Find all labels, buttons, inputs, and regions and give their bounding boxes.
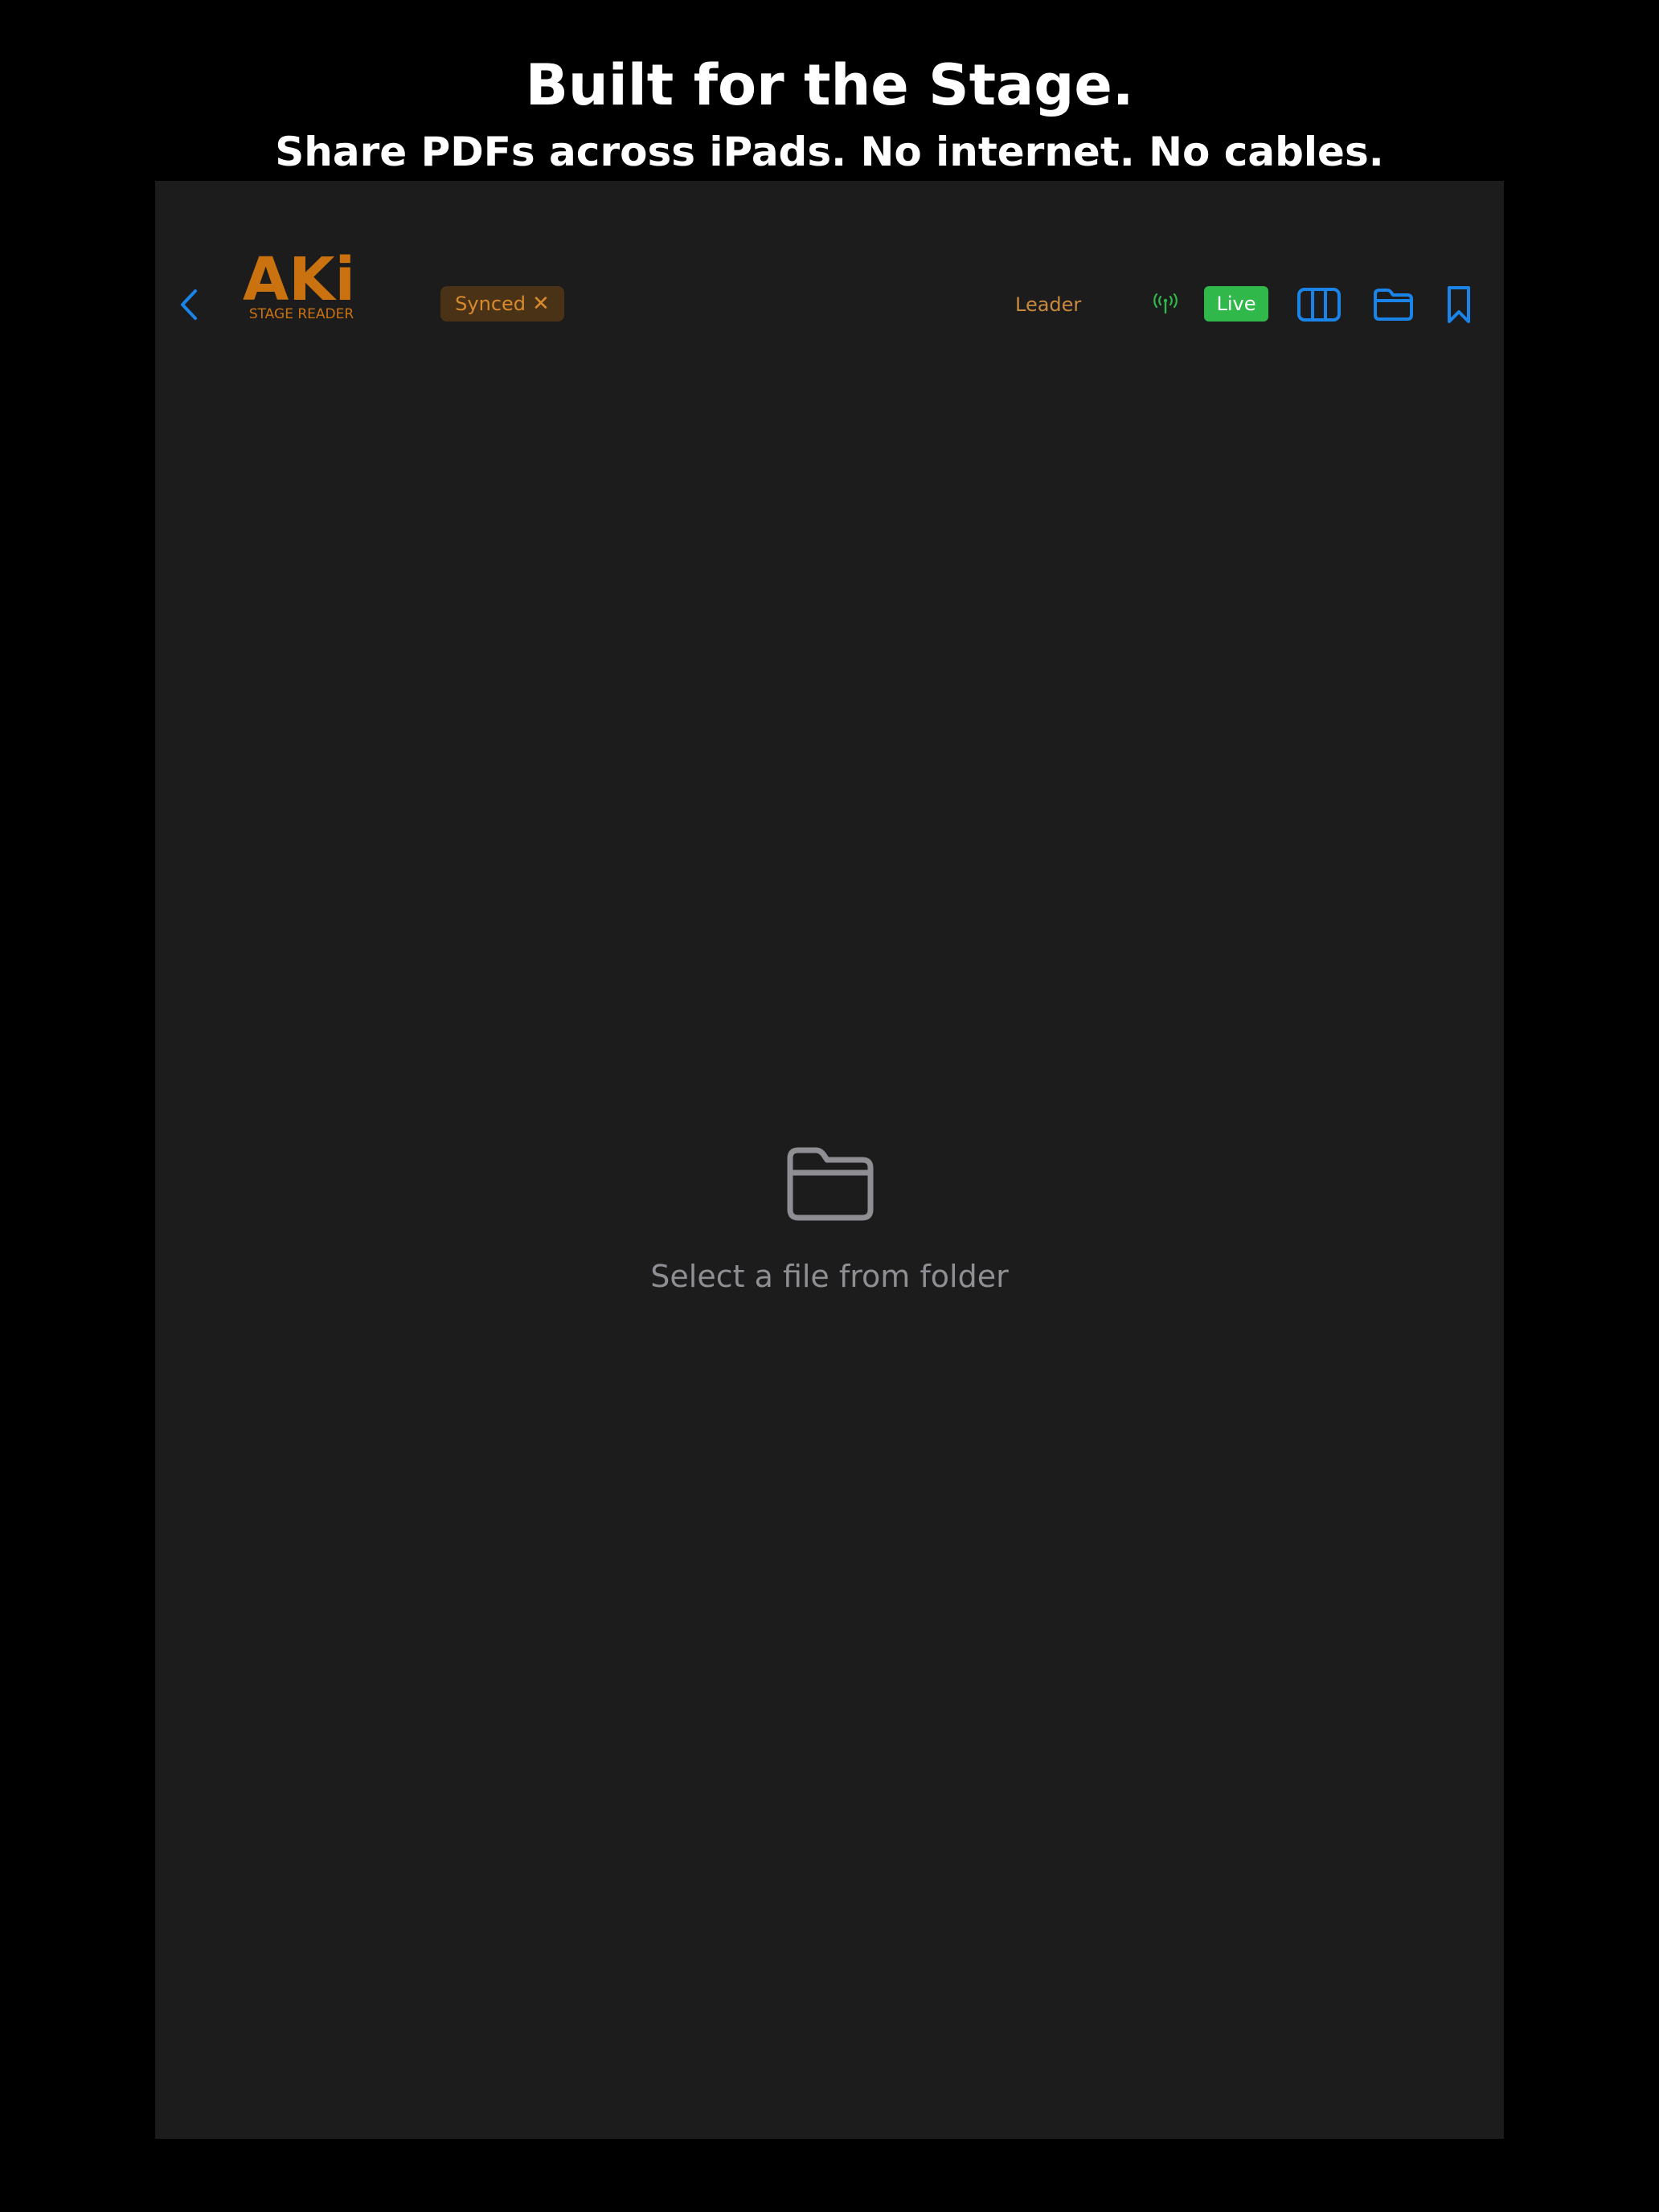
logo-wordmark: AKi (243, 248, 355, 314)
live-status-badge[interactable]: Live (1204, 286, 1268, 322)
synced-close-icon[interactable]: ✕ (532, 292, 550, 316)
promo-title: Built for the Stage. (525, 52, 1134, 118)
columns-view-button[interactable] (1295, 279, 1343, 330)
promo-subtitle: Share PDFs across iPads. No internet. No… (275, 129, 1384, 175)
bookmark-icon (1448, 286, 1470, 323)
synced-badge[interactable]: Synced ✕ (440, 286, 564, 322)
antenna-signal-icon (1153, 293, 1178, 314)
synced-label: Synced (455, 293, 526, 315)
folder-icon (787, 1147, 874, 1221)
empty-state: Select a file from folder (155, 1145, 1504, 1338)
app-logo: AKi STAGE READER (233, 245, 370, 322)
columns-icon (1297, 288, 1341, 322)
role-label: Leader (1015, 293, 1082, 316)
empty-state-message: Select a file from folder (650, 1259, 1009, 1294)
chevron-left-icon (181, 289, 197, 320)
folder-icon (1374, 289, 1413, 321)
logo-tagline: STAGE READER (249, 306, 354, 321)
back-button[interactable] (173, 281, 205, 329)
top-toolbar: AKi STAGE READER Synced ✕ Leader Live (155, 245, 1504, 361)
app-screen: AKi STAGE READER Synced ✕ Leader Live Se… (155, 181, 1504, 2139)
bookmark-button[interactable] (1443, 279, 1475, 330)
open-folder-button[interactable] (1370, 279, 1415, 330)
